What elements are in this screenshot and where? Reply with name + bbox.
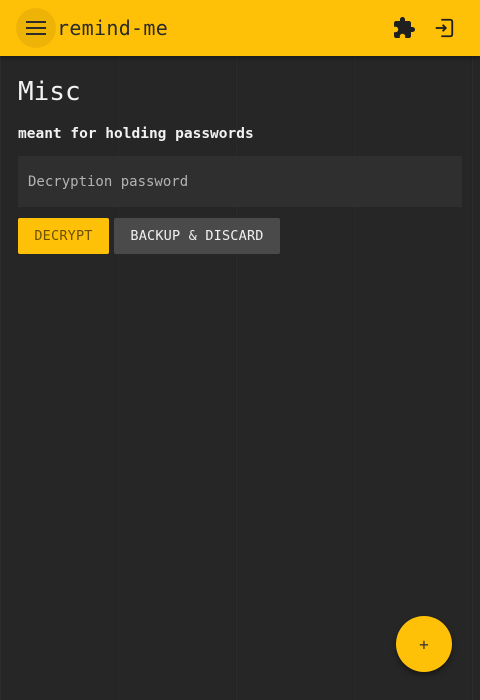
menu-button[interactable] [16,8,56,48]
page-title: Misc [18,77,81,107]
logout-icon [435,18,454,38]
top-app-bar: remind-me [0,0,480,56]
hamburger-menu-icon [26,21,46,35]
page-description: meant for holding passwords [18,126,254,142]
decryption-password-input[interactable] [18,156,462,207]
backup-and-discard-button[interactable]: BACKUP & DISCARD [114,218,280,254]
add-fab-button[interactable]: + [396,616,452,672]
app-title: remind-me [57,16,169,40]
decrypt-button[interactable]: DECRYPT [18,218,109,254]
puzzle-piece-icon [394,17,415,38]
logout-button[interactable] [430,14,458,42]
plugins-button[interactable] [390,14,418,42]
add-icon: + [419,634,429,654]
